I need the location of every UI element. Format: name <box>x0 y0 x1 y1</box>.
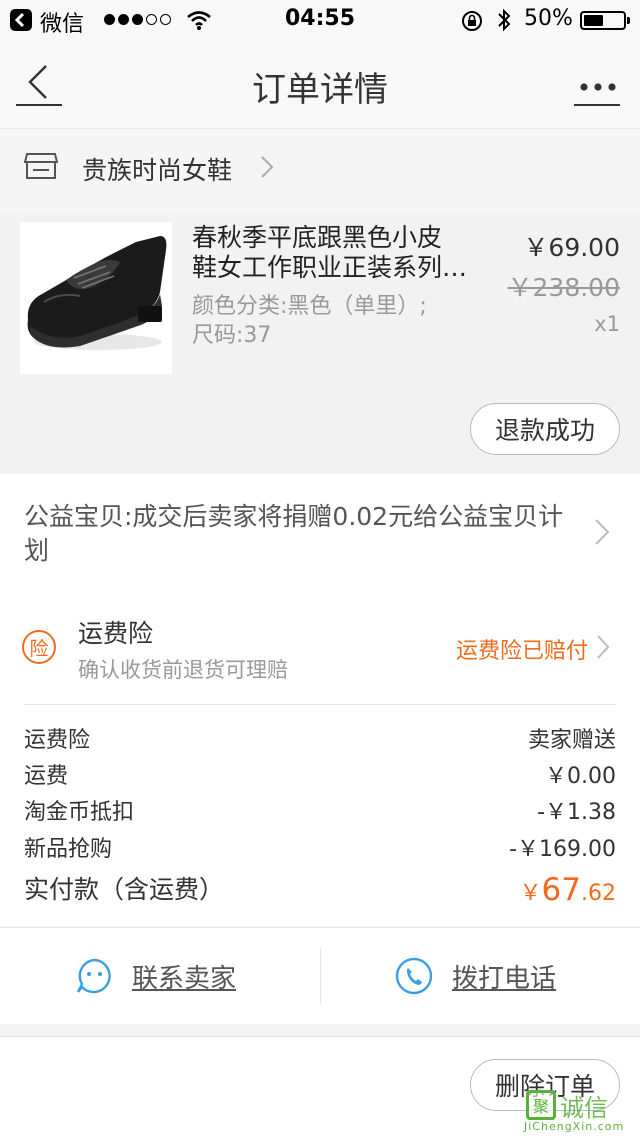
product-title[interactable]: 春秋季平底跟黑色小皮 鞋女工作职业正装系列单鞋 <box>192 223 474 283</box>
total-payment-row: 实付款（含运费） ￥67.62 <box>24 870 616 910</box>
product-price: ￥69.00 <box>523 233 620 262</box>
battery-tip <box>627 17 630 24</box>
call-phone-button[interactable]: 拨打电话 <box>452 958 556 995</box>
fee-label: 新品抢购 <box>24 837 113 862</box>
refund-status-button[interactable]: 退款成功 <box>470 403 620 455</box>
battery-percent: 50% <box>524 6 573 31</box>
watermark-text: 诚信 <box>560 1094 608 1122</box>
watermark-url: JiChengXin.com <box>524 1120 625 1133</box>
product-spec: 颜色分类:黑色（单里）; 尺码:37 <box>192 292 482 350</box>
shop-name[interactable]: 贵族时尚女鞋 <box>82 151 232 187</box>
fee-row-flash-sale: 新品抢购 -￥169.00 <box>24 832 616 868</box>
store-icon <box>23 151 59 185</box>
product-image[interactable] <box>20 222 172 374</box>
chevron-right-icon <box>594 518 610 550</box>
orientation-lock-icon <box>460 9 484 37</box>
total-decimal: .62 <box>581 881 616 906</box>
fee-value: 卖家赠送 <box>527 728 616 753</box>
total-label: 实付款（含运费） <box>24 875 225 904</box>
total-value: ￥67.62 <box>520 870 616 914</box>
product-quantity: x1 <box>594 312 620 336</box>
fee-label: 运费险 <box>24 728 91 753</box>
product-spec-size: 尺码:37 <box>192 323 272 348</box>
insurance-subtitle: 确认收货前退货可理赔 <box>78 658 288 682</box>
product-title-line2: 鞋女工作职业正装系列单鞋 <box>192 253 474 282</box>
chevron-right-icon <box>260 155 274 183</box>
fee-row-insurance: 运费险 卖家赠送 <box>24 723 616 759</box>
battery-icon <box>580 11 626 30</box>
fee-row-shipping: 运费 ￥0.00 <box>24 759 616 795</box>
insurance-title: 运费险 <box>78 619 154 648</box>
fee-value: ￥0.00 <box>545 764 616 789</box>
watermark-logo: 聚 <box>526 1090 556 1120</box>
chat-bubble-icon[interactable] <box>74 956 114 1000</box>
original-price: ￥238.00 <box>507 273 620 302</box>
fee-value: -￥1.38 <box>537 800 616 825</box>
fee-value: -￥169.00 <box>509 837 616 862</box>
product-spec-color: 颜色分类:黑色（单里）; <box>192 294 427 319</box>
product-title-line1: 春秋季平底跟黑色小皮 <box>192 223 443 252</box>
divider <box>24 704 616 705</box>
contact-seller-button[interactable]: 联系卖家 <box>132 958 236 995</box>
charity-notice[interactable]: 公益宝贝:成交后卖家将捐赠0.02元给公益宝贝计划 <box>24 500 564 568</box>
fee-label: 运费 <box>24 764 69 789</box>
more-button-underline <box>574 104 620 106</box>
page-title: 订单详情 <box>252 70 388 110</box>
contact-separator <box>320 948 321 1004</box>
bluetooth-icon <box>496 7 512 37</box>
total-currency: ￥ <box>519 881 542 906</box>
insurance-status[interactable]: 运费险已赔付 <box>456 633 588 665</box>
insurance-badge-icon: 险 <box>22 630 56 664</box>
chevron-right-icon <box>596 634 610 664</box>
total-integer: 67 <box>541 872 581 908</box>
more-dots-icon[interactable] <box>578 78 618 97</box>
phone-icon[interactable] <box>394 956 434 1000</box>
fee-label: 淘金币抵扣 <box>24 800 135 825</box>
fee-row-coin-discount: 淘金币抵扣 -￥1.38 <box>24 795 616 831</box>
